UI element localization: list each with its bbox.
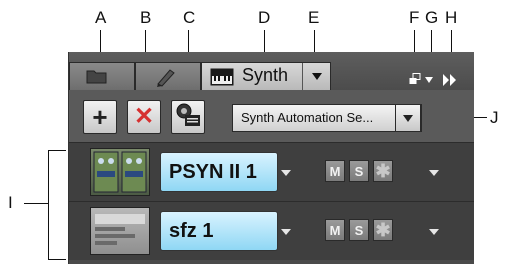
synth-menu-chevron-icon[interactable]	[281, 229, 291, 235]
callout-f: F	[409, 8, 420, 27]
preset-menu-button[interactable]	[395, 104, 421, 132]
layout-icon[interactable]	[409, 72, 421, 90]
bracket-i-stem	[24, 203, 48, 204]
plus-icon: +	[92, 102, 108, 132]
synth-name-field[interactable]: sfz 1	[160, 211, 278, 251]
synth-menu-chevron-icon[interactable]	[281, 170, 291, 176]
delete-synth-button[interactable]: ✕	[127, 100, 161, 134]
strip-menu-chevron-icon[interactable]	[429, 170, 439, 176]
callout-d: D	[258, 8, 271, 27]
insert-synth-button[interactable]: +	[83, 100, 117, 134]
double-arrow-icon[interactable]	[443, 73, 457, 91]
callout-h: H	[445, 8, 458, 27]
x-icon: ✕	[133, 103, 155, 130]
synth-strip: sfz 1 M S ✱	[69, 201, 474, 260]
automation-preset-field[interactable]: Synth Automation Se...	[232, 104, 422, 132]
chevron-down-icon	[312, 73, 322, 80]
keyboard-icon	[210, 68, 234, 91]
callout-a: A	[95, 8, 107, 27]
callout-g: G	[425, 8, 439, 27]
pen-icon	[155, 67, 177, 92]
psyn-thumbnail-icon[interactable]	[90, 148, 150, 196]
synth-properties-button[interactable]	[171, 100, 205, 134]
callout-c: C	[183, 8, 196, 27]
bracket-i-vertical	[48, 150, 49, 260]
layout-menu-chevron-icon[interactable]	[425, 77, 433, 83]
bracket-i-bottom	[48, 259, 66, 260]
asterisk-icon[interactable]: ✱	[373, 219, 393, 241]
strip-menu-chevron-icon[interactable]	[429, 229, 439, 235]
synth-strip: PSYN II 1 M S ✱	[69, 142, 474, 201]
tab-synth[interactable]: Synth	[201, 62, 331, 90]
mute-button[interactable]: M	[325, 219, 345, 241]
bracket-i-top	[48, 150, 66, 151]
callout-j: J	[490, 108, 499, 127]
mute-button[interactable]: M	[325, 160, 345, 182]
solo-button[interactable]: S	[349, 219, 369, 241]
callout-b: B	[140, 8, 152, 27]
synth-tab-label: Synth	[242, 65, 289, 85]
synth-name-field[interactable]: PSYN II 1	[160, 152, 278, 192]
synth-tab-menu-button[interactable]	[302, 63, 331, 90]
solo-button[interactable]: S	[349, 160, 369, 182]
tab-bar: Synth	[69, 52, 474, 91]
callout-e: E	[308, 8, 320, 27]
sfz-thumbnail-icon[interactable]	[90, 207, 150, 255]
callout-i: I	[8, 193, 13, 212]
tab-editor[interactable]	[135, 62, 201, 90]
asterisk-icon[interactable]: ✱	[373, 160, 393, 182]
chevron-down-icon	[403, 114, 413, 122]
properties-icon	[175, 103, 201, 132]
synth-rack-panel: Synth + ✕ Synth Automation Se... PSYN II…	[68, 52, 474, 264]
tab-browser[interactable]	[69, 62, 135, 90]
folder-icon	[86, 68, 108, 89]
